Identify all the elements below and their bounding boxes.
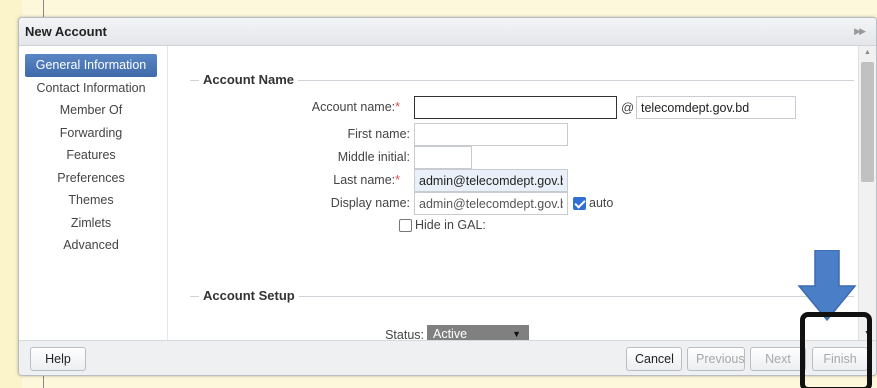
sidebar-item-preferences[interactable]: Preferences: [25, 167, 157, 190]
first-name-label: First name:: [347, 127, 410, 141]
dialog-footer: Help Cancel Previous Next Finish: [19, 340, 876, 375]
dialog-titlebar: New Account ▶▶: [19, 18, 876, 46]
chevron-down-icon: ▼: [512, 329, 521, 339]
form-content: Account Name Account name:* @ First name…: [168, 46, 858, 340]
domain-input[interactable]: [636, 96, 796, 119]
previous-button[interactable]: Previous: [687, 347, 745, 371]
section-title-account-setup: Account Setup: [199, 288, 299, 303]
hide-in-gal-checkbox[interactable]: [399, 219, 412, 232]
dialog-title: New Account: [25, 24, 107, 39]
sidebar-item-forwarding[interactable]: Forwarding: [25, 122, 157, 145]
auto-label: auto: [589, 196, 614, 210]
sidebar-item-zimlets[interactable]: Zimlets: [25, 212, 157, 235]
section-title-account-name: Account Name: [199, 72, 299, 87]
last-name-label: Last name:*: [180, 173, 400, 187]
cancel-button[interactable]: Cancel: [626, 347, 682, 371]
required-mark: *: [395, 173, 400, 187]
annotation-highlight-box: [800, 312, 872, 388]
scroll-up-icon[interactable]: ▲: [864, 49, 871, 56]
next-button[interactable]: Next: [750, 347, 806, 371]
sidebar-item-contact-information[interactable]: Contact Information: [25, 77, 157, 100]
sidebar-nav: General Information Contact Information …: [19, 46, 167, 340]
help-button[interactable]: Help: [30, 347, 86, 371]
hide-in-gal-label: Hide in GAL:: [415, 218, 486, 232]
required-mark: *: [395, 100, 400, 114]
display-name-label: Display name:: [330, 196, 410, 210]
scroll-thumb[interactable]: [861, 62, 874, 182]
account-name-label: Account name:*: [180, 100, 400, 114]
middle-initial-input[interactable]: [414, 146, 472, 169]
last-name-input[interactable]: [414, 169, 568, 192]
sidebar-item-general-information[interactable]: General Information: [25, 54, 157, 77]
status-label: Status:: [385, 328, 424, 340]
account-name-label-text: Account name:: [311, 100, 396, 114]
sidebar-item-advanced[interactable]: Advanced: [25, 234, 157, 257]
middle-initial-label: Middle initial:: [337, 150, 410, 164]
status-select-value: Active: [433, 327, 468, 340]
new-account-dialog: New Account ▶▶ General Information Conta…: [18, 17, 877, 376]
last-name-label-text: Last name:: [333, 173, 396, 187]
at-sign: @: [621, 100, 635, 115]
background-line: [43, 0, 44, 18]
sidebar-item-features[interactable]: Features: [25, 144, 157, 167]
content-scrollbar[interactable]: ▲ ▼: [858, 46, 876, 340]
dock-right-icon[interactable]: ▶▶: [854, 26, 866, 37]
sidebar-item-themes[interactable]: Themes: [25, 189, 157, 212]
display-name-input[interactable]: [414, 192, 568, 215]
account-name-input[interactable]: [414, 96, 617, 119]
first-name-input[interactable]: [414, 123, 568, 146]
sidebar-item-member-of[interactable]: Member Of: [25, 99, 157, 122]
display-name-auto-checkbox[interactable]: [573, 197, 586, 210]
status-select[interactable]: Active ▼: [427, 325, 529, 340]
